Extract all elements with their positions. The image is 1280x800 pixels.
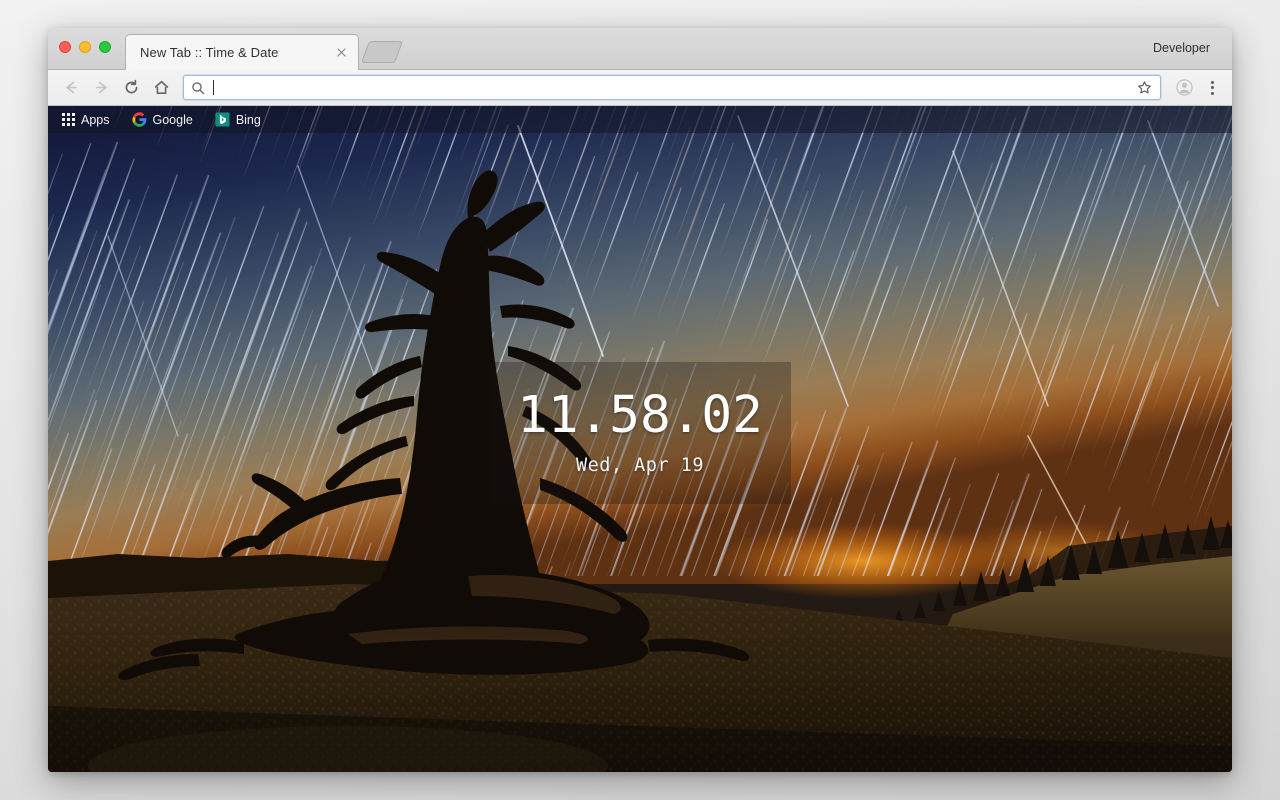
reload-icon (125, 79, 138, 94)
maximize-window-button[interactable] (99, 41, 111, 53)
bookmark-item-apps[interactable]: Apps (59, 109, 113, 130)
bookmark-label: Bing (235, 112, 261, 127)
clock-time: 11.58.02 (517, 386, 763, 445)
bookmark-label: Google (152, 112, 193, 127)
bing-b-icon (215, 112, 230, 127)
three-dot-menu-icon[interactable] (1200, 75, 1224, 101)
search-input[interactable] (212, 76, 1131, 99)
bookmark-item-bing[interactable]: Bing (212, 109, 264, 130)
arrow-right-icon (96, 81, 107, 94)
minimize-window-button[interactable] (79, 41, 91, 53)
home-icon (154, 80, 169, 94)
new-tab-button[interactable] (360, 41, 404, 63)
bookmarks-bar: Apps Google Bing (48, 106, 1232, 133)
text-caret (213, 80, 214, 95)
tab-new-tab-time-and-date[interactable]: New Tab :: Time & Date (125, 34, 359, 71)
back-button[interactable] (58, 74, 85, 101)
home-button[interactable] (148, 74, 175, 101)
star-icon[interactable] (1137, 80, 1152, 95)
clock-widget: 11.58.02 Wed, Apr 19 (489, 362, 791, 504)
forward-button[interactable] (88, 74, 115, 101)
window-controls (59, 41, 111, 53)
developer-label: Developer (1153, 41, 1210, 55)
page-content: Apps Google Bing 11.58.02 Wed, Apr 19 (48, 106, 1232, 772)
bookmark-item-google[interactable]: Google (129, 109, 196, 130)
browser-toolbar (48, 70, 1232, 106)
apps-grid-icon (62, 113, 75, 126)
search-icon (192, 81, 205, 94)
reload-button[interactable] (118, 74, 145, 101)
tab-title: New Tab :: Time & Date (140, 45, 279, 60)
close-window-button[interactable] (59, 41, 71, 53)
profile-icon[interactable] (1171, 75, 1197, 101)
clock-date: Wed, Apr 19 (575, 455, 705, 476)
close-icon[interactable] (333, 44, 350, 61)
arrow-left-icon (66, 81, 77, 94)
address-bar[interactable] (183, 75, 1161, 100)
tab-strip: New Tab :: Time & Date Developer (48, 28, 1232, 71)
google-g-icon (131, 112, 146, 127)
bookmark-label: Apps (81, 112, 110, 127)
browser-window: New Tab :: Time & Date Developer Apps Go… (48, 28, 1232, 772)
